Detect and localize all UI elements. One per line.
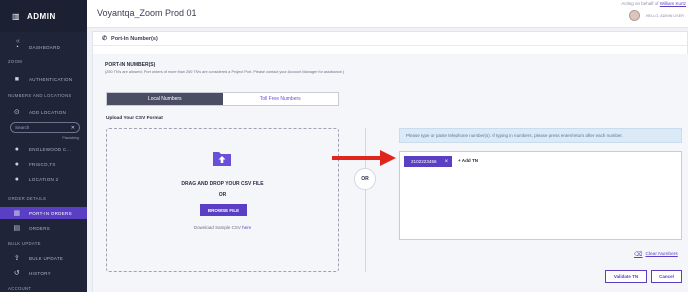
sidebar-section-zoom: ZOOM <box>8 59 23 64</box>
acting-user-link[interactable]: William Kurtz <box>660 1 686 6</box>
location-pin-icon: ⊙ <box>13 109 21 116</box>
dropzone-title: DRAG AND DROP YOUR CSV FILE <box>181 181 264 187</box>
sidebar-item-label: BULK UPDATE <box>29 255 64 261</box>
validate-tn-button[interactable]: Validate TN <box>605 270 647 283</box>
sidebar-item-add-location[interactable]: ⊙ ADD LOCATION <box>0 106 87 118</box>
history-icon: ↺ <box>13 270 21 277</box>
clear-search-icon[interactable]: ✕ <box>71 125 75 131</box>
sidebar-item-port-in-orders[interactable]: ▦ PORT-IN ORDERS <box>0 207 87 219</box>
search-placeholder: Search <box>15 125 30 130</box>
red-arrow-annotation <box>332 150 396 166</box>
sidebar-section-numbers: NUMBERS AND LOCATIONS <box>8 93 72 98</box>
number-type-tabs: Local Numbers Toll Free Numbers <box>106 92 339 106</box>
or-separator: OR <box>354 168 376 190</box>
acting-prefix: Acting on behalf of <box>621 1 659 6</box>
sidebar-item-label: LOCATION 2 <box>29 176 59 182</box>
folder-upload-icon <box>213 152 231 166</box>
download-sample-link[interactable]: here <box>242 225 251 230</box>
clear-numbers-link[interactable]: ⌫ Clear Numbers <box>634 251 678 258</box>
location-pin-icon: ● <box>14 145 20 153</box>
sidebar-item-label: HISTORY <box>29 270 51 276</box>
sidebar-item-label: PORT-IN ORDERS <box>29 210 72 216</box>
dropzone-or: OR <box>218 192 227 198</box>
sidebar-item-dashboard[interactable]: ◔ DASHBOARD <box>0 41 87 53</box>
brand-name: ADMIN <box>27 11 56 21</box>
page-title: Voyantqa_Zoom Prod 01 <box>97 8 197 18</box>
tn-chip[interactable]: 2102223456 × <box>404 156 452 167</box>
avatar[interactable] <box>629 10 640 21</box>
tn-chip-value: 2102223456 <box>411 159 437 164</box>
section-title: PORT-IN NUMBER(S) <box>105 62 156 68</box>
browse-file-button[interactable]: BROWSE FILE <box>200 204 247 216</box>
csv-dropzone[interactable]: DRAG AND DROP YOUR CSV FILE OR BROWSE FI… <box>106 128 339 272</box>
sidebar-item-label: FRISCO,TX <box>29 161 56 167</box>
card-header: ✆ Port-In Number(s) <box>93 32 687 46</box>
sidebar-item-label: ENGLEWOOD C... <box>29 146 72 152</box>
instruction-hint: Please type or paste telephone number(s)… <box>399 128 682 143</box>
sidebar-item-label: DASHBOARD <box>29 44 61 50</box>
upload-icon: ⇪ <box>13 255 21 262</box>
sidebar-section-order: ORDER DETAILS <box>8 196 47 201</box>
sidebar-item-label: ADD LOCATION <box>29 109 67 115</box>
sidebar-item-authentication[interactable]: ■ AUTHENTICATION <box>0 73 87 85</box>
sidebar-item-location-2[interactable]: ● LOCATION 2 <box>0 173 87 185</box>
add-tn-input[interactable]: + Add TN <box>458 158 478 163</box>
sidebar-item-label: ORDERS <box>29 225 51 231</box>
download-sample-text: Download Sample CSV <box>193 225 241 230</box>
cancel-button[interactable]: Cancel <box>651 270 682 283</box>
sidebar-item-label: AUTHENTICATION <box>29 76 73 82</box>
tn-entry-box[interactable]: 2102223456 × + Add TN <box>399 151 682 240</box>
eraser-icon: ⌫ <box>634 252 643 258</box>
sidebar-item-bulk-update[interactable]: ⇪ BULK UPDATE <box>0 252 87 264</box>
brand[interactable]: ▥ ADMIN <box>0 0 87 32</box>
top-header: Voyantqa_Zoom Prod 01 Acting on behalf o… <box>87 0 688 28</box>
sidebar-search-input[interactable]: Search ✕ <box>10 122 80 133</box>
sidebar-item-history[interactable]: ↺ HISTORY <box>0 267 87 279</box>
search-hint: Ftwostring <box>62 136 79 140</box>
section-subtitle: (250 TN's are allowed, Port orders of mo… <box>105 70 345 74</box>
sidebar-item-orders[interactable]: ▤ ORDERS <box>0 222 87 234</box>
list-icon: ▤ <box>13 225 21 232</box>
tab-toll-free-numbers[interactable]: Toll Free Numbers <box>223 93 339 105</box>
phone-icon: ✆ <box>102 36 108 42</box>
grid-icon: ▦ <box>13 210 21 217</box>
sidebar-section-bulk: BULK UPDATE <box>8 241 41 246</box>
sidebar-item-englewood[interactable]: ● ENGLEWOOD C... <box>0 143 87 155</box>
card-title: Port-In Number(s) <box>111 35 158 42</box>
dashboard-icon: ◔ <box>14 43 20 51</box>
admin-logo-icon: ▥ <box>12 11 20 21</box>
hello-user: HELLO, ADMIN USER <box>645 14 684 18</box>
clear-numbers-label: Clear Numbers <box>645 252 678 257</box>
tab-local-numbers[interactable]: Local Numbers <box>107 93 223 105</box>
sidebar: ▥ ADMIN « ◔ DASHBOARD ZOOM ■ AUTHENTICAT… <box>0 0 87 292</box>
download-sample: Download Sample CSV here <box>107 225 338 230</box>
sidebar-item-frisco[interactable]: ● FRISCO,TX <box>0 158 87 170</box>
acting-on-behalf: Acting on behalf of William Kurtz <box>621 1 686 6</box>
camera-icon: ■ <box>14 75 20 83</box>
location-pin-icon: ● <box>14 175 20 183</box>
remove-tn-icon[interactable]: × <box>445 159 449 165</box>
upload-label: Upload Your CSV Format <box>106 116 163 121</box>
sidebar-section-account: ACCOUNT <box>8 286 32 291</box>
location-pin-icon: ● <box>14 160 20 168</box>
